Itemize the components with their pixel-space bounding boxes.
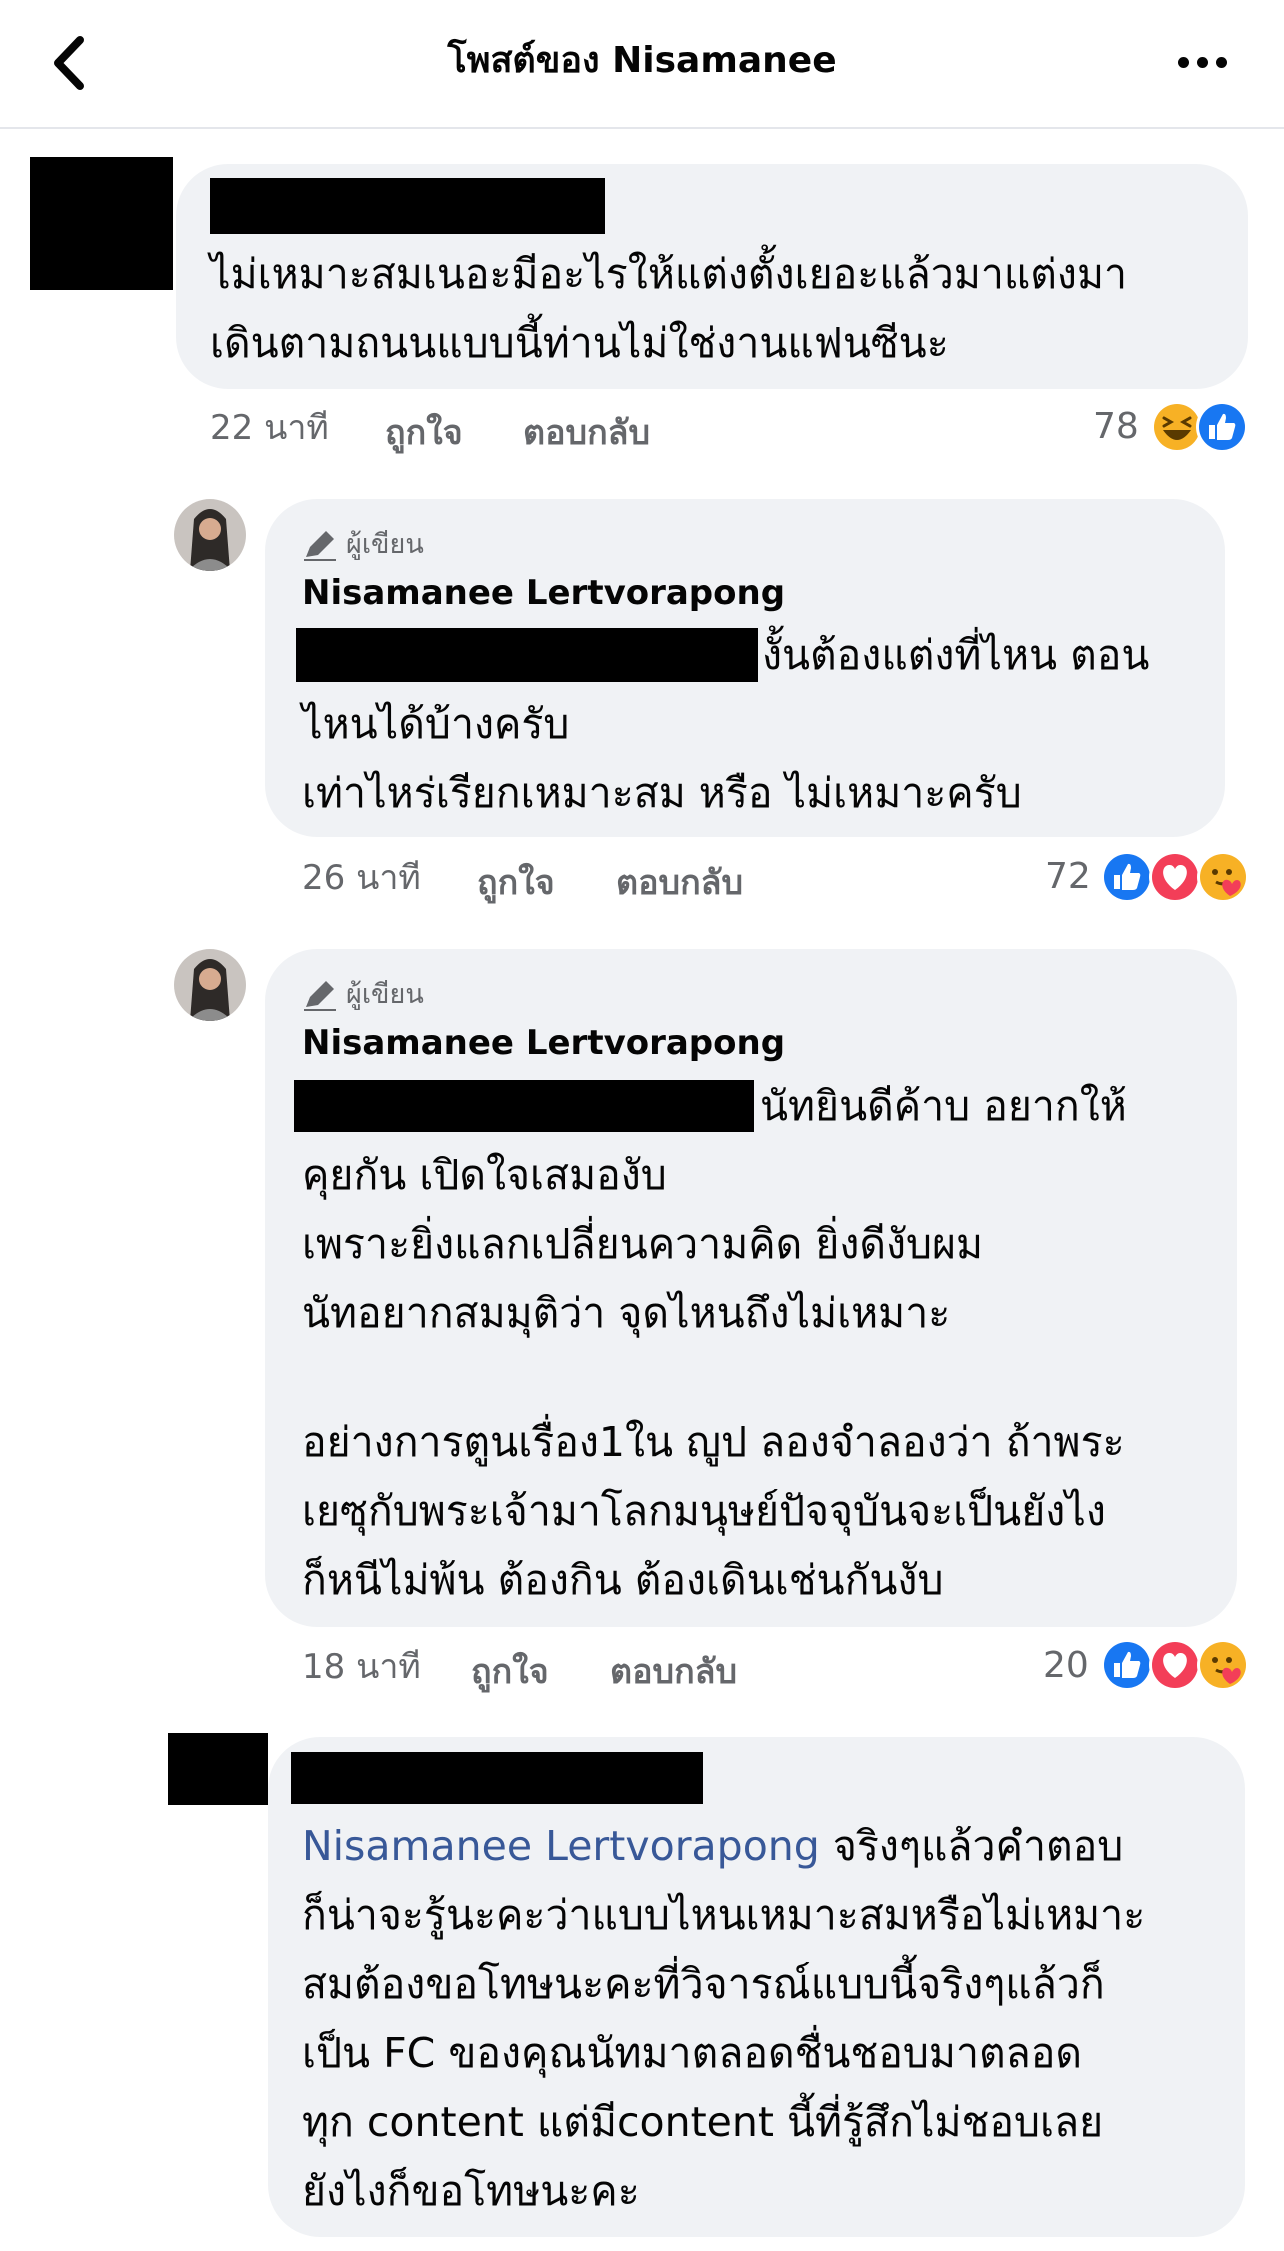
page-title: โพสต์ของ Nisamanee [447,40,837,81]
redacted-name [210,178,605,234]
reaction-count[interactable]: 72 [1045,854,1091,900]
comment-text-line: สมต้องขอโทษนะคะที่วิจารณ์แบบนี้จริงๆแล้ว… [302,1960,1105,2008]
comment-text-line: นัทอยากสมมุติว่า จุดไหนถึงไม่เหมาะ [302,1289,951,1337]
comment-text-line: นัทยินดีค้าบ อยากให้ [760,1082,1127,1130]
comment-text-line: เพราะยิ่งแลกเปลี่ยนความคิด ยิ่งดีงับผม [302,1220,984,1268]
comment-text-line: Nisamanee Lertvorapong จริงๆแล้วคำตอบ [302,1812,1123,1881]
comment-text-line: ก็น่าจะรู้นะคะว่าแบบไหนเหมาะสมหรือไม่เหม… [302,1891,1146,1939]
redacted-mention [294,1080,754,1132]
comment-text-span: จริงๆแล้วคำตอบ [832,1822,1124,1870]
love-reaction-icon [1149,1639,1201,1691]
redacted-avatar [30,157,173,290]
like-button[interactable]: ถูกใจ [477,860,555,906]
top-bar: โพสต์ของ Nisamanee [0,0,1284,129]
author-badge-label: ผู้เขียน [346,979,424,1010]
comment-text-line: ยังไงก็ขอโทษนะคะ [302,2167,640,2215]
care-reaction-icon [1197,851,1249,903]
pencil-icon [304,531,336,561]
like-reaction-icon [1101,1639,1153,1691]
dot [1216,56,1227,68]
author-badge: ผู้เขียน [302,977,424,1013]
comment-text-line: ก็หนีไม่พ้น ต้องกิน ต้องเดินเช่นกันงับ [302,1556,944,1604]
like-reaction-icon [1101,851,1153,903]
dot [1197,56,1208,68]
author-mention-link[interactable]: Nisamanee Lertvorapong [302,1822,820,1870]
like-reaction-icon [1196,401,1248,453]
author-name[interactable]: Nisamanee Lertvorapong [302,570,785,616]
care-reaction-icon [1197,1639,1249,1691]
love-reaction-icon [1149,851,1201,903]
author-badge: ผู้เขียน [302,527,424,563]
reaction-count[interactable]: 78 [1093,404,1139,450]
comment-text-line: ทุก content แต่มีcontent นี้ที่รู้สึกไม่… [302,2098,1104,2146]
like-button[interactable]: ถูกใจ [385,410,463,456]
comment-text-line: เท่าไหร่เรียกเหมาะสม หรือ ไม่เหมาะครับ [302,769,1022,817]
comment-time: 18 นาที [302,1647,421,1687]
comment-text-line: งั้นต้องแต่งที่ไหน ตอน [762,631,1150,679]
comment-text-line: อย่างการตูนเรื่อง1ใน ญูป ลองจำลองว่า ถ้า… [302,1418,1125,1466]
reaction-count[interactable]: 20 [1043,1643,1089,1689]
author-name[interactable]: Nisamanee Lertvorapong [302,1020,785,1066]
comment-time: 26 นาที [302,858,421,898]
more-dots-icon [1178,56,1189,68]
redacted-name [291,1752,703,1804]
redacted-mention [296,628,758,682]
redacted-avatar [168,1733,268,1805]
like-button[interactable]: ถูกใจ [471,1649,549,1695]
more-options-button[interactable] [1178,44,1238,80]
author-avatar[interactable] [174,499,246,571]
author-avatar[interactable] [174,949,246,1021]
reply-button[interactable]: ตอบกลับ [523,410,650,456]
pencil-icon [304,981,336,1011]
reply-button[interactable]: ตอบกลับ [610,1649,737,1695]
comment-text-line: เป็น FC ของคุณนัทมาตลอดชื่นชอบมาตลอด [302,2029,1082,2077]
comment-time: 22 นาที [210,408,329,448]
comment-text-line: เยซุกับพระเจ้ามาโลกมนุษย์ปัจจุบันจะเป็นย… [302,1487,1106,1535]
comment-text-line: ไหนได้บ้างครับ [302,700,570,748]
comment-text-line: คุยกัน เปิดใจเสมองับ [302,1151,667,1199]
reply-button[interactable]: ตอบกลับ [616,860,743,906]
author-badge-label: ผู้เขียน [346,529,424,560]
comment-text-line: ไม่เหมาะสมเนอะมีอะไรให้แต่งตั้งเยอะแล้วม… [210,250,1127,298]
comment-text-line: เดินตามถนนแบบนี้ท่านไม่ใช่งานแฟนซีนะ [210,319,949,367]
